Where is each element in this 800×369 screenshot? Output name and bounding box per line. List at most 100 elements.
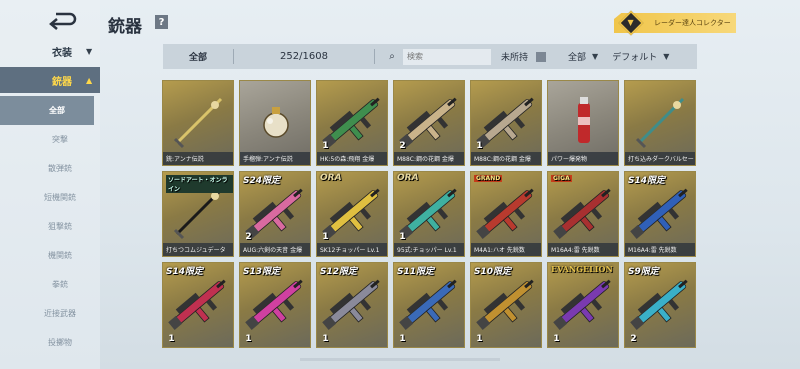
type-dropdown-value: 全部: [568, 53, 587, 63]
sidebar-item-machinegun[interactable]: 機関銃: [0, 241, 100, 270]
unowned-checkbox[interactable]: [536, 51, 547, 62]
limited-tag: S14限定: [166, 267, 204, 277]
sort-dropdown[interactable]: デフォルト ▼: [612, 50, 669, 63]
grade-badge: 1: [476, 334, 483, 344]
weapon-card[interactable]: ORA 1 SK12チョッパー Lv.1: [316, 171, 388, 257]
limited-tag: ORA: [320, 173, 342, 183]
category-weapons[interactable]: 銃器 ▲: [0, 67, 100, 93]
limited-tag: ソードアート・オンライン: [166, 175, 233, 193]
weapon-card[interactable]: S13限定 1: [239, 262, 311, 348]
weapon-name: HK:5の森:飛翔 金爆: [317, 152, 387, 165]
weapon-image-icon: [476, 279, 534, 330]
weapon-name: M88C:鋼の花鋼 金爆: [471, 152, 541, 165]
weapon-name: 打ちつコムジュデータ: [163, 243, 233, 256]
grade-badge: 2: [399, 141, 406, 151]
weapon-image-icon: [476, 188, 534, 239]
grade-badge: 2: [630, 334, 637, 344]
weapon-card[interactable]: GIGA M16A4:雷 先鋭数: [547, 171, 619, 257]
weapon-subcategory-list: 全部 突撃 散弾銃 短機関銃 狙撃銃 機関銃 拳銃 近接武器 投擲物: [0, 96, 100, 357]
weapon-image-icon: [168, 279, 226, 330]
dropdown-arrow-icon: ▼: [663, 52, 670, 61]
sidebar-item-shotgun[interactable]: 散弾銃: [0, 154, 100, 183]
weapon-name: M4A1:ハオ 先鋭数: [471, 243, 541, 256]
type-dropdown[interactable]: 全部 ▼: [568, 50, 598, 63]
limited-tag: S13限定: [243, 267, 281, 277]
weapon-card[interactable]: ORA 1 95式:チョッパー Lv.1: [393, 171, 465, 257]
collector-label: レーダー達人コレクター: [654, 19, 731, 27]
weapon-card[interactable]: S12限定 1: [316, 262, 388, 348]
limited-tag: S12限定: [320, 267, 358, 277]
weapon-name: パワー爆発物: [548, 152, 618, 165]
scroll-indicator: [300, 358, 500, 361]
category-weapons-label: 銃器: [52, 76, 72, 88]
weapon-name: M16A4:雷 先鋭数: [548, 243, 618, 256]
grade-badge: 1: [399, 334, 406, 344]
weapon-image-icon: [245, 279, 303, 330]
search-icon: ⌕: [389, 51, 395, 62]
grade-badge: 1: [553, 334, 560, 344]
weapon-image-icon: [322, 279, 380, 330]
weapon-card[interactable]: S11限定 1: [393, 262, 465, 348]
grade-badge: 1: [322, 334, 329, 344]
sidebar-item-smg[interactable]: 短機関銃: [0, 183, 100, 212]
page-title: 銃器: [108, 17, 142, 37]
chevron-up-icon: ▲: [86, 75, 93, 85]
sidebar-item-sniper[interactable]: 狙撃銃: [0, 212, 100, 241]
weapon-card[interactable]: パワー爆発物: [547, 80, 619, 166]
weapon-card[interactable]: S14限定 1: [162, 262, 234, 348]
limited-tag: S11限定: [397, 267, 435, 277]
sidebar-item-all[interactable]: 全部: [0, 96, 94, 125]
sidebar-item-assault[interactable]: 突撃: [0, 125, 100, 154]
limited-tag: S9限定: [628, 267, 659, 277]
grade-badge: 1: [322, 141, 329, 151]
grade-badge: 1: [476, 141, 483, 151]
sidebar-item-throwable[interactable]: 投擲物: [0, 328, 100, 357]
weapon-card[interactable]: 2 M88C:鋼の花鋼 金爆: [393, 80, 465, 166]
weapon-card[interactable]: EVANGELION 1: [547, 262, 619, 348]
weapon-name: M16A4:雷 先鋭数: [625, 243, 695, 256]
category-outfit[interactable]: 衣装 ▼: [0, 40, 100, 62]
weapon-name: 打ち込みダークバルセー: [625, 152, 695, 165]
collection-count: 252/1608: [280, 51, 328, 62]
weapon-grid: 銃:アンナ伝説 手榴弾:アンナ伝説 1 HK:5の森:飛翔 金爆 2 M88C:鋼の花…: [162, 80, 702, 348]
limited-tag: EVANGELION: [551, 264, 613, 274]
weapon-name: 銃:アンナ伝説: [163, 152, 233, 165]
sidebar-item-pistol[interactable]: 拳銃: [0, 270, 100, 299]
limited-tag: ORA: [397, 173, 419, 183]
weapon-card[interactable]: S9限定 2: [624, 262, 696, 348]
filter-all-tab[interactable]: 全部: [163, 50, 233, 63]
weapon-image-icon: [553, 188, 611, 239]
sidebar-item-melee[interactable]: 近接武器: [0, 299, 100, 328]
weapon-card[interactable]: 手榴弾:アンナ伝説: [239, 80, 311, 166]
back-arrow-icon[interactable]: [48, 10, 78, 30]
weapon-image-icon: [630, 188, 688, 239]
weapon-card[interactable]: 1 HK:5の森:飛翔 金爆: [316, 80, 388, 166]
weapon-name: SK12チョッパー Lv.1: [317, 243, 387, 256]
weapon-name: AUG:六剣の天音 金爆: [240, 243, 310, 256]
weapon-card[interactable]: ソードアート・オンライン打ちつコムジュデータ: [162, 171, 234, 257]
dropdown-arrow-icon: ▼: [592, 52, 599, 61]
weapon-card[interactable]: 銃:アンナ伝説: [162, 80, 234, 166]
weapon-card[interactable]: S14限定 M16A4:雷 先鋭数: [624, 171, 696, 257]
unowned-filter-label: 未所持: [501, 53, 529, 63]
weapon-card[interactable]: GRAND M4A1:ハオ 先鋭数: [470, 171, 542, 257]
sort-dropdown-value: デフォルト: [612, 53, 658, 63]
weapon-name: 手榴弾:アンナ伝説: [240, 152, 310, 165]
search-input[interactable]: [403, 48, 491, 65]
limited-tag: GIGA: [551, 175, 572, 182]
weapon-image-icon: [263, 107, 289, 138]
grade-badge: 2: [245, 232, 252, 242]
limited-tag: GRAND: [474, 175, 503, 182]
divider: [374, 49, 375, 64]
weapon-name: M88C:鋼の花鋼 金爆: [394, 152, 464, 165]
category-outfit-label: 衣装: [52, 47, 72, 59]
sidebar: 衣装 ▼ 銃器 ▲ 全部 突撃 散弾銃 短機関銃 狙撃銃 機関銃 拳銃 近接武器…: [0, 0, 100, 369]
weapon-image-icon: [635, 97, 685, 149]
help-icon[interactable]: ?: [155, 15, 168, 29]
weapon-card[interactable]: 1 M88C:鋼の花鋼 金爆: [470, 80, 542, 166]
weapon-image-icon: [630, 279, 688, 330]
weapon-card[interactable]: 打ち込みダークバルセー: [624, 80, 696, 166]
weapon-card[interactable]: S24限定 2 AUG:六剣の天音 金爆: [239, 171, 311, 257]
weapon-card[interactable]: S10限定 1: [470, 262, 542, 348]
weapon-image-icon: [553, 279, 611, 330]
